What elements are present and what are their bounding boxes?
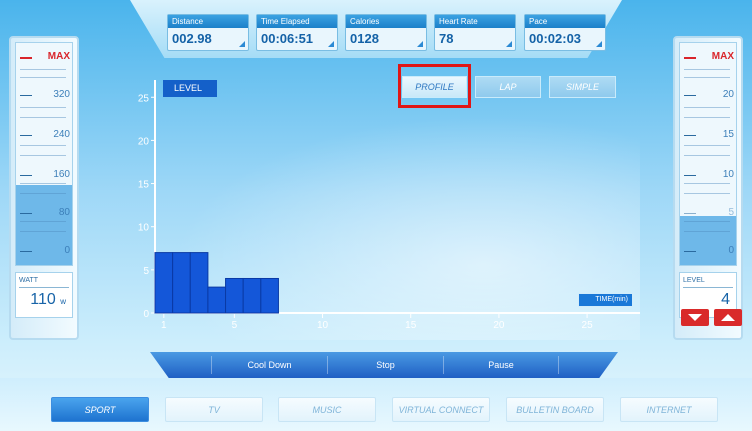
x-axis-label: TIME(min) (578, 293, 633, 307)
y-axis-label: LEVEL (163, 80, 217, 97)
nav-bulletin-board[interactable]: BULLETIN BOARD (506, 397, 604, 422)
nav-sport[interactable]: SPORT (51, 397, 149, 422)
x-tick-label: 20 (493, 320, 505, 331)
y-tick-label: 25 (138, 93, 150, 104)
level-bar (154, 252, 174, 314)
y-tick-label: 5 (143, 266, 149, 277)
level-bar (260, 277, 279, 314)
pause-button[interactable]: Pause (444, 352, 558, 378)
cool-down-button[interactable]: Cool Down (212, 352, 327, 378)
y-tick-label: 15 (138, 180, 150, 191)
y-tick-label: 10 (138, 223, 150, 234)
level-bar (172, 252, 191, 314)
y-tick-label: 20 (138, 136, 150, 147)
level-bar (207, 286, 227, 314)
x-tick-label: 15 (405, 320, 417, 331)
y-tick-label: 0 (143, 309, 149, 320)
profile-highlight-box (398, 64, 471, 108)
level-bar (242, 277, 262, 314)
stop-button[interactable]: Stop (328, 352, 443, 378)
level-bar (225, 277, 244, 314)
x-tick-label: 5 (232, 320, 238, 331)
level-bar (189, 252, 209, 314)
nav-music[interactable]: MUSIC (278, 397, 376, 422)
nav-internet[interactable]: INTERNET (620, 397, 718, 422)
nav-tv[interactable]: TV (165, 397, 263, 422)
simple-tab[interactable]: SIMPLE (549, 76, 616, 98)
x-tick-label: 25 (582, 320, 594, 331)
x-tick-label: 10 (317, 320, 329, 331)
nav-virtual-connect[interactable]: VIRTUAL CONNECT (392, 397, 490, 422)
x-tick-label: 1 (161, 320, 167, 331)
lap-tab[interactable]: LAP (475, 76, 541, 98)
